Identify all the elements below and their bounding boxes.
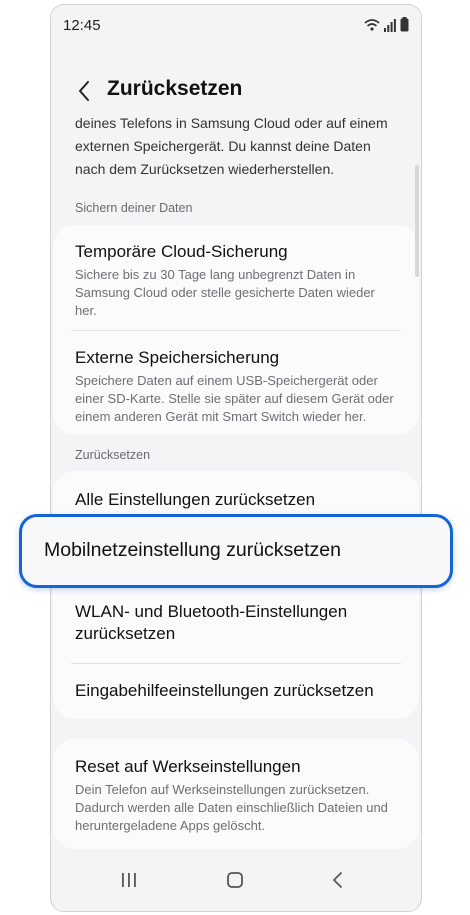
nav-home-button[interactable] [223, 869, 247, 891]
scrollbar[interactable] [415, 165, 419, 277]
title-line: zurücksetzen [75, 624, 176, 643]
desc-line: Dadurch werden alle Daten einschließlich… [75, 800, 388, 815]
desc-line: Dein Telefon auf Werkseinstellungen zurü… [75, 782, 370, 797]
item-title: Reset auf Werkseinstellungen [75, 757, 301, 776]
item-title: Externe Speichersicherung [75, 348, 280, 367]
intro-text: deines Telefons in Samsung Cloud oder au… [75, 112, 399, 182]
factory-reset-card: Reset auf Werkseinstellungen Dein Telefo… [53, 739, 419, 849]
intro-line: deines Telefons in Samsung Cloud oder au… [75, 115, 388, 131]
item-title: Temporäre Cloud-Sicherung [75, 242, 288, 261]
desc-line: einer SD-Karte. Stelle sie später auf di… [75, 391, 394, 406]
signal-icon [384, 18, 396, 32]
item-description: Dein Telefon auf Werkseinstellungen zurü… [75, 781, 401, 835]
back-button[interactable] [73, 77, 97, 105]
title-line: WLAN- und Bluetooth-Einstellungen [75, 602, 348, 621]
wifi-icon [364, 18, 380, 31]
desc-line: Samsung Cloud oder stelle gesicherte Dat… [75, 285, 375, 300]
nav-back-button[interactable] [326, 869, 350, 891]
desc-line: Sichere bis zu 30 Tage lang unbegrenzt D… [75, 267, 356, 282]
list-item-reset-wifi-bluetooth[interactable]: WLAN- und Bluetooth-Einstellungen zurück… [75, 601, 401, 645]
intro-line: externen Speichergerät. Du kannst deine … [75, 138, 371, 154]
desc-line: einem anderen Gerät mit Smart Switch wie… [75, 409, 367, 424]
item-title: Alle Einstellungen zurücksetzen [75, 490, 316, 509]
list-item-factory-reset[interactable]: Reset auf Werkseinstellungen Dein Telefo… [75, 756, 401, 835]
status-bar: 12:45 [63, 17, 409, 37]
app-bar: Zurücksetzen [51, 75, 421, 109]
divider [71, 330, 401, 331]
nav-recents-button[interactable] [117, 869, 141, 891]
status-icons [364, 17, 409, 32]
item-description: Sichere bis zu 30 Tage lang unbegrenzt D… [75, 266, 401, 320]
divider [71, 663, 401, 664]
section-label-backup: Sichern deiner Daten [75, 201, 193, 215]
back-icon [333, 872, 342, 888]
item-title: Eingabehilfeeinstellungen zurücksetzen [75, 681, 374, 700]
home-icon [227, 872, 243, 888]
item-title: Mobilnetzeinstellung zurücksetzen [44, 539, 341, 561]
intro-line: nach dem Zurücksetzen wiederherstellen. [75, 161, 335, 177]
chevron-left-icon [79, 81, 89, 101]
desc-line: her. [75, 303, 97, 318]
battery-icon [400, 17, 409, 32]
section-label-reset: Zurücksetzen [75, 448, 151, 462]
navigation-bar [51, 851, 421, 911]
backup-card: Temporäre Cloud-Sicherung Sichere bis zu… [53, 225, 419, 435]
reset-card: Alle Einstellungen zurücksetzen WLAN- un… [53, 471, 419, 719]
list-item-cloud-backup[interactable]: Temporäre Cloud-Sicherung Sichere bis zu… [75, 241, 401, 320]
list-item-reset-mobile-network[interactable]: Mobilnetzeinstellung zurücksetzen [19, 514, 453, 588]
status-time: 12:45 [63, 17, 101, 34]
item-description: Speichere Daten auf einem USB-Speicherge… [75, 372, 401, 426]
page-title: Zurücksetzen [107, 77, 243, 100]
recents-icon [122, 873, 136, 887]
list-item-reset-accessibility[interactable]: Eingabehilfeeinstellungen zurücksetzen [75, 680, 401, 702]
list-item-reset-all-settings[interactable]: Alle Einstellungen zurücksetzen [75, 489, 401, 511]
list-item-external-backup[interactable]: Externe Speichersicherung Speichere Date… [75, 347, 401, 426]
desc-line: heruntergeladene Apps gelöscht. [75, 818, 266, 833]
item-title: WLAN- und Bluetooth-Einstellungen zurück… [75, 601, 401, 645]
desc-line: Speichere Daten auf einem USB-Speicherge… [75, 373, 378, 388]
phone-screen: 12:45 Zurücksetzen deines Telefons in Sa… [50, 4, 422, 912]
